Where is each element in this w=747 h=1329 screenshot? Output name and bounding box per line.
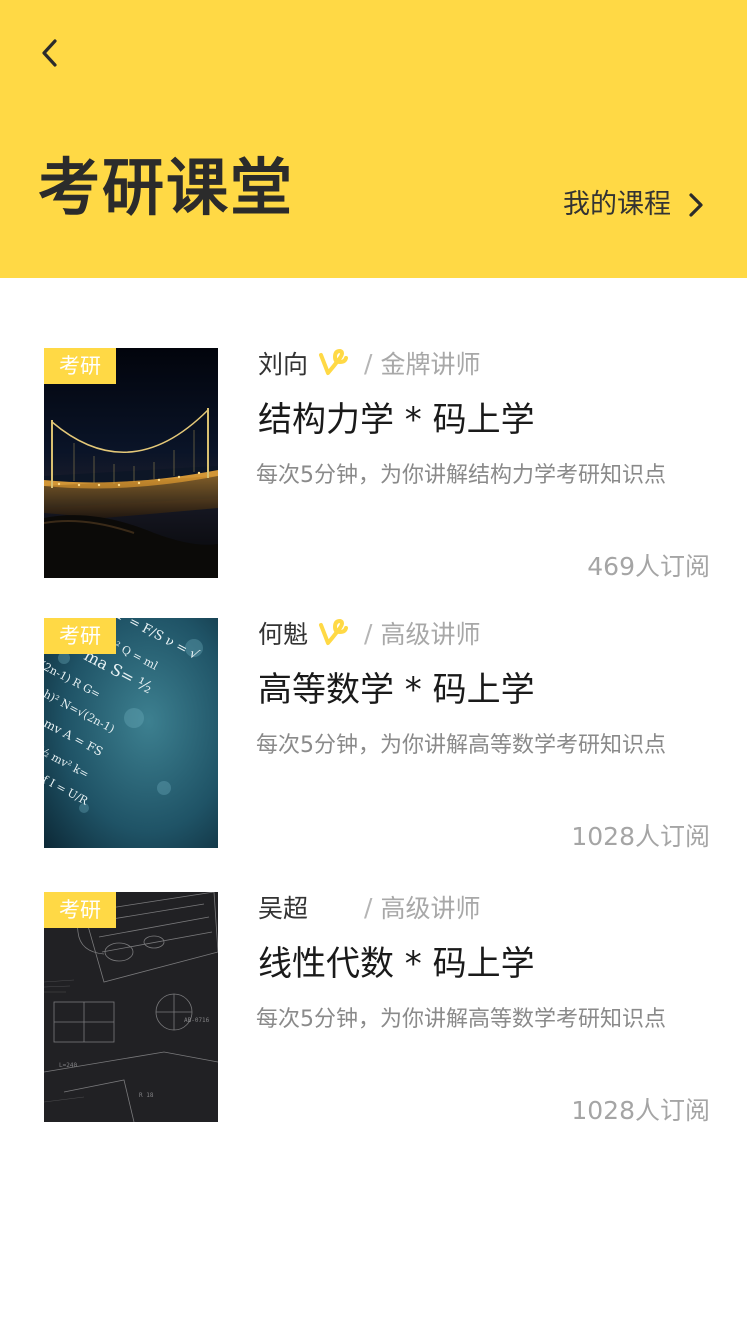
author-line: 刘向 / 金牌讲师 — [258, 345, 480, 381]
course-card[interactable]: AB-0716 L=240 R 18 考研 吴超 / 高级讲师 线性代数 * 码… — [0, 889, 747, 1126]
svg-text:L=240: L=240 — [59, 1062, 77, 1069]
course-info: 何魁 / 高级讲师 高等数学 * 码上学 每次5分钟，为你讲解高等数学考研知识点… — [256, 615, 710, 852]
separator: / — [364, 348, 373, 378]
course-title: 线性代数 * 码上学 — [258, 944, 535, 984]
author-title: 高级讲师 — [380, 620, 481, 649]
course-card[interactable]: 考研 刘向 / 金牌讲师 结构力学 * 码上学 每次5分钟，为你讲解结构力学考研… — [0, 345, 747, 582]
verified-v-icon — [318, 616, 352, 650]
my-courses-label: 我的课程 — [563, 189, 671, 220]
author-title: 高级讲师 — [380, 894, 481, 923]
course-cover-image: AB-0716 L=240 R 18 考研 — [44, 892, 218, 1122]
header-bar: 考研课堂 我的课程 — [0, 0, 747, 278]
verified-placeholder — [318, 890, 352, 924]
course-title: 高等数学 * 码上学 — [258, 670, 535, 710]
course-description: 每次5分钟，为你讲解结构力学考研知识点 — [256, 463, 666, 488]
course-info: 吴超 / 高级讲师 线性代数 * 码上学 每次5分钟，为你讲解高等数学考研知识点… — [256, 889, 710, 1126]
course-cover-image: 考研 — [44, 348, 218, 578]
subscriber-count: 469人订阅 — [587, 552, 710, 581]
chevron-left-icon — [42, 39, 57, 67]
course-card[interactable]: P = F/S ν = √ E = mg² Q = ml F= ma S= ½ … — [0, 615, 747, 852]
exam-tag: 考研 — [44, 892, 116, 928]
subscriber-count: 1028人订阅 — [571, 1096, 710, 1125]
chevron-right-icon — [689, 193, 703, 217]
author-line: 何魁 / 高级讲师 — [258, 615, 480, 651]
author-line: 吴超 / 高级讲师 — [258, 889, 480, 925]
verified-v-icon — [318, 346, 352, 380]
my-courses-link[interactable]: 我的课程 — [563, 186, 707, 224]
exam-tag: 考研 — [44, 618, 116, 654]
author-name: 何魁 — [258, 620, 309, 649]
course-info: 刘向 / 金牌讲师 结构力学 * 码上学 每次5分钟，为你讲解结构力学考研知识点… — [256, 345, 710, 582]
course-title: 结构力学 * 码上学 — [258, 400, 535, 440]
author-title: 金牌讲师 — [380, 350, 481, 379]
svg-text:R 18: R 18 — [139, 1092, 154, 1099]
exam-tag: 考研 — [44, 348, 116, 384]
back-button[interactable] — [32, 34, 66, 72]
course-cover-image: P = F/S ν = √ E = mg² Q = ml F= ma S= ½ … — [44, 618, 218, 848]
separator: / — [364, 618, 373, 648]
course-description: 每次5分钟，为你讲解高等数学考研知识点 — [256, 733, 666, 758]
subscriber-count: 1028人订阅 — [571, 822, 710, 851]
author-name: 刘向 — [258, 350, 309, 379]
page-title: 考研课堂 — [38, 151, 295, 224]
course-description: 每次5分钟，为你讲解高等数学考研知识点 — [256, 1007, 666, 1032]
separator: / — [364, 892, 373, 922]
author-name: 吴超 — [258, 894, 309, 923]
svg-text:AB-0716: AB-0716 — [184, 1017, 210, 1024]
